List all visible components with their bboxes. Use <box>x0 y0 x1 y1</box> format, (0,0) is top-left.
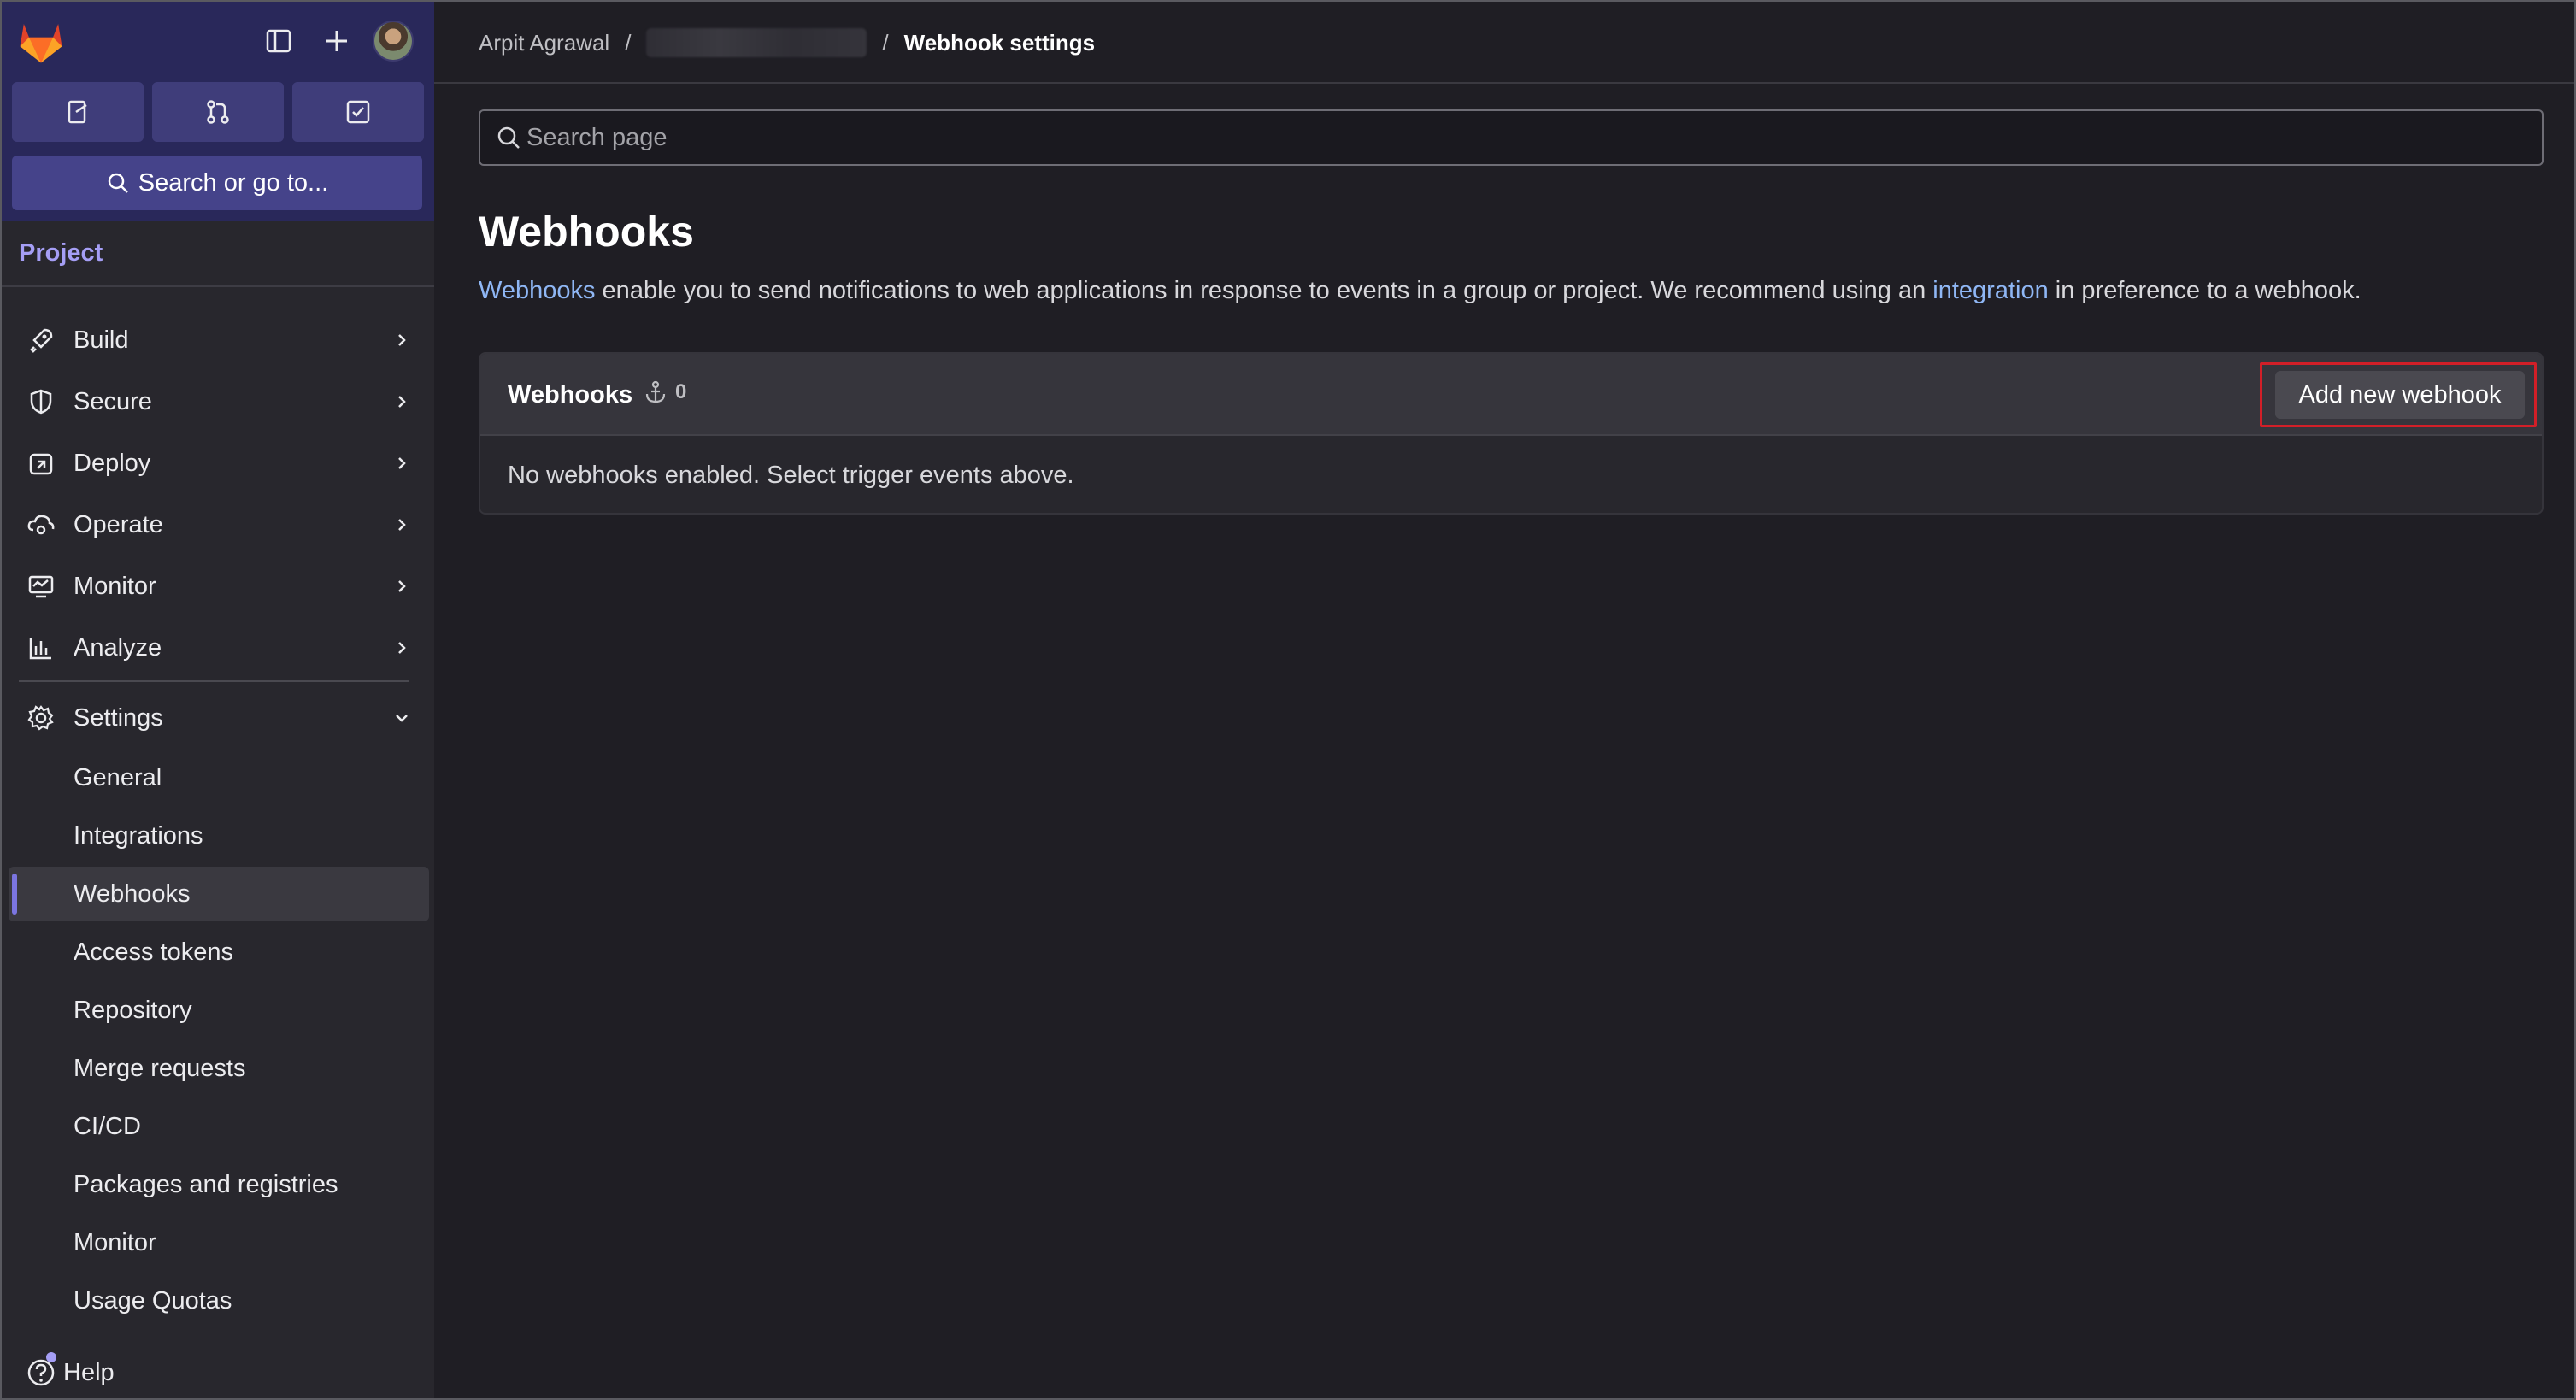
chevron-right-icon <box>391 330 412 350</box>
chevron-right-icon <box>391 391 412 412</box>
settings-item-label: CI/CD <box>74 1112 141 1140</box>
settings-item-label: Packages and registries <box>74 1170 338 1198</box>
breadcrumb-separator: / <box>882 29 889 56</box>
webhooks-card-header: Webhooks 0 Add new webhook <box>480 354 2542 436</box>
header-divider <box>434 82 2574 84</box>
settings-item-label: Access tokens <box>74 938 233 966</box>
nav-item-secure[interactable]: Secure <box>2 376 434 427</box>
nav-item-label: Analyze <box>74 633 162 662</box>
nav-item-label: Settings <box>74 703 163 732</box>
app-window: Search or go to... Project Build Secure … <box>0 0 2576 1400</box>
merge-request-icon <box>207 100 229 124</box>
chevron-right-icon <box>391 515 412 535</box>
settings-item-label: Integrations <box>74 821 203 850</box>
settings-item-ci-cd[interactable]: CI/CD <box>9 1099 429 1154</box>
chevron-down-icon <box>391 708 412 728</box>
chevron-right-icon <box>391 638 412 658</box>
search-or-go-to-label: Search or go to... <box>138 168 329 197</box>
settings-item-integrations[interactable]: Integrations <box>9 809 429 863</box>
integration-link[interactable]: integration <box>1932 277 2048 304</box>
gitlab-logo-icon[interactable] <box>17 19 65 65</box>
create-new-icon[interactable] <box>320 24 354 58</box>
deploy-icon <box>26 448 56 479</box>
page-description: Webhooks enable you to send notification… <box>479 277 2361 305</box>
cloud-gear-icon <box>26 509 56 540</box>
search-page-input[interactable] <box>526 118 2526 157</box>
todo-icon <box>346 100 370 124</box>
sidebar-toggle-icon[interactable] <box>262 24 296 58</box>
gear-icon <box>26 703 56 733</box>
merge-requests-button[interactable] <box>152 82 284 142</box>
anchor-icon <box>645 380 666 403</box>
settings-item-label: Merge requests <box>74 1054 246 1082</box>
description-text-end: in preference to a webhook. <box>2048 277 2361 304</box>
settings-item-label: Usage Quotas <box>74 1286 232 1315</box>
main-content: Arpit Agrawal / / Webhook settings Webho… <box>434 2 2574 1398</box>
chart-icon <box>26 632 56 663</box>
nav-item-label: Operate <box>74 510 163 538</box>
nav-item-operate[interactable]: Operate <box>2 499 434 550</box>
description-text: enable you to send notifications to web … <box>595 277 1933 304</box>
settings-item-usage-quotas[interactable]: Usage Quotas <box>9 1274 429 1328</box>
help-button[interactable]: Help <box>26 1352 115 1391</box>
webhooks-docs-link[interactable]: Webhooks <box>479 277 596 304</box>
settings-item-label: General <box>74 763 162 791</box>
page-title: Webhooks <box>479 208 694 256</box>
webhooks-card: Webhooks 0 Add new webhook No webhooks e… <box>479 352 2544 515</box>
webhook-count-badge: 0 <box>643 379 686 405</box>
nav-item-label: Monitor <box>74 572 156 600</box>
sidebar: Search or go to... Project Build Secure … <box>2 2 434 1398</box>
issues-icon <box>68 100 87 124</box>
settings-item-label: Repository <box>74 996 192 1024</box>
sidebar-header: Search or go to... <box>2 2 434 221</box>
project-section-label: Project <box>19 239 103 267</box>
add-new-webhook-button[interactable]: Add new webhook <box>2275 371 2525 419</box>
chevron-right-icon <box>391 576 412 597</box>
monitor-icon <box>26 571 56 602</box>
settings-item-monitor[interactable]: Monitor <box>9 1215 429 1270</box>
breadcrumb-separator: / <box>625 29 632 56</box>
settings-item-general[interactable]: General <box>9 750 429 805</box>
search-icon <box>497 126 520 149</box>
settings-item-packages-and-registries[interactable]: Packages and registries <box>9 1157 429 1212</box>
nav-item-deploy[interactable]: Deploy <box>2 438 434 489</box>
todo-button[interactable] <box>292 82 424 142</box>
chevron-right-icon <box>391 453 412 474</box>
breadcrumb-owner-link[interactable]: Arpit Agrawal <box>479 30 609 56</box>
webhook-count: 0 <box>675 380 687 403</box>
nav-item-settings[interactable]: Settings <box>2 692 434 744</box>
breadcrumb-project-link-redacted[interactable] <box>646 28 867 57</box>
settings-item-access-tokens[interactable]: Access tokens <box>9 925 429 979</box>
sidebar-divider <box>2 285 434 287</box>
nav-item-label: Secure <box>74 387 152 415</box>
search-icon <box>108 173 128 193</box>
webhooks-card-title: Webhooks <box>508 381 633 409</box>
settings-item-label: Monitor <box>74 1228 156 1256</box>
nav-item-label: Build <box>74 326 129 354</box>
user-avatar[interactable] <box>373 21 414 62</box>
notification-dot <box>46 1352 56 1362</box>
settings-item-label: Webhooks <box>74 879 191 908</box>
nav-item-analyze[interactable]: Analyze <box>2 622 434 674</box>
settings-item-merge-requests[interactable]: Merge requests <box>9 1041 429 1096</box>
nav-item-label: Deploy <box>74 449 151 477</box>
nav-item-monitor[interactable]: Monitor <box>2 561 434 612</box>
issues-button[interactable] <box>12 82 144 142</box>
rocket-icon <box>26 325 56 356</box>
search-or-go-to-button[interactable]: Search or go to... <box>12 156 422 210</box>
breadcrumb-current: Webhook settings <box>903 29 1096 56</box>
settings-item-webhooks[interactable]: Webhooks <box>9 867 429 921</box>
nav-divider <box>19 680 409 682</box>
shield-icon <box>26 386 56 417</box>
search-page-field[interactable] <box>479 109 2544 166</box>
help-label: Help <box>63 1358 115 1386</box>
nav-item-build[interactable]: Build <box>2 315 434 366</box>
webhooks-empty-message: No webhooks enabled. Select trigger even… <box>508 462 1074 489</box>
settings-item-repository[interactable]: Repository <box>9 983 429 1038</box>
breadcrumb: Arpit Agrawal / / Webhook settings <box>479 27 1095 58</box>
